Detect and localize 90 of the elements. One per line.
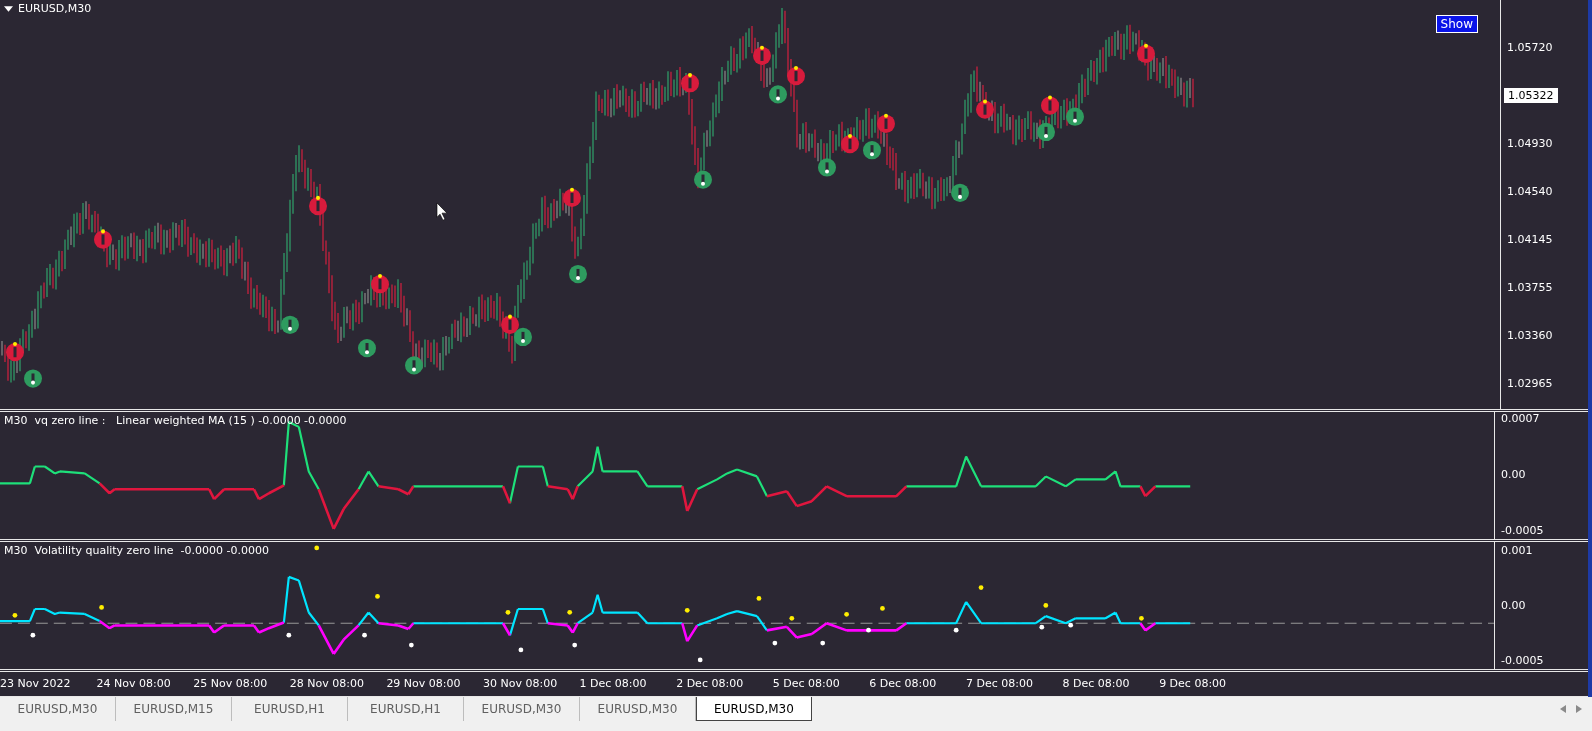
time-axis-label: 5 Dec 08:00 (772, 677, 841, 691)
buy-signal-icon (569, 264, 587, 284)
buy-signal-icon (1066, 107, 1084, 126)
signal-dot (375, 593, 380, 599)
cursor-icon (436, 202, 448, 221)
indicator-axis-label: 0.00 (1501, 598, 1527, 612)
signal-dot (567, 609, 573, 615)
sell-signal-icon (1041, 95, 1059, 115)
signal-dot (697, 657, 703, 663)
indicator-axis-label: -0.0005 (1501, 523, 1545, 537)
signal-dot (684, 607, 690, 613)
buy-signal-icon (951, 183, 969, 202)
signal-dot (12, 612, 18, 618)
current-price-label: 1.05322 (1504, 88, 1558, 103)
time-axis-label: 8 Dec 08:00 (1062, 677, 1131, 691)
buy-signal-icon (1037, 122, 1055, 142)
price-axis-label: 1.04930 (1506, 136, 1554, 151)
signal-dot (789, 615, 795, 621)
buy-signal-icon (358, 338, 376, 358)
dropdown-triangle-icon[interactable] (4, 5, 13, 12)
signal-dot (314, 545, 320, 551)
signal-dot (756, 595, 762, 601)
signal-dot (286, 632, 292, 638)
sell-signal-icon (1137, 43, 1155, 63)
scroll-right-icon[interactable] (1576, 705, 1582, 713)
chart-symbol-label: EURUSD,M30 (18, 2, 92, 15)
price-axis-label: 1.02965 (1506, 376, 1554, 391)
signal-dot (978, 585, 984, 590)
indicator-legend: M30 Volatility quality zero line -0.0000 -0.0000 (4, 543, 269, 557)
signal-dot (866, 627, 871, 633)
signal-dot (820, 640, 826, 646)
time-axis-label: 25 Nov 08:00 (193, 677, 269, 691)
signal-dot (1139, 615, 1144, 621)
sell-signal-icon (787, 65, 805, 86)
time-axis-label: 28 Nov 08:00 (289, 677, 365, 691)
signal-dot (1039, 624, 1045, 630)
signal-dot (572, 642, 578, 648)
signal-dot (880, 605, 885, 611)
time-axis-label: 7 Dec 08:00 (965, 677, 1034, 691)
signal-dot (953, 627, 959, 633)
buy-signal-icon (694, 170, 712, 189)
price-axis-label: 1.03755 (1506, 280, 1554, 295)
price-axis-label: 1.04540 (1506, 184, 1554, 199)
sell-signal-icon (6, 342, 24, 362)
show-button[interactable]: Show (1435, 15, 1478, 33)
signal-dot (772, 640, 778, 646)
buy-signal-icon (514, 327, 532, 347)
indicator-axis-label: 0.0007 (1501, 412, 1541, 425)
price-axis-label: 1.05720 (1506, 40, 1554, 55)
sell-signal-icon (309, 195, 327, 216)
sell-signal-icon (877, 113, 895, 133)
sell-signal-icon (753, 45, 771, 65)
sell-signal-icon (841, 133, 859, 154)
chart-tab[interactable]: EURUSD,M30 (696, 697, 812, 721)
buy-signal-icon (405, 356, 423, 375)
buy-signal-icon (24, 369, 42, 388)
buy-signal-icon (863, 141, 881, 160)
time-axis-label: 30 Nov 08:00 (482, 677, 559, 691)
buy-signal-icon (281, 315, 299, 334)
time-axis-label: 2 Dec 08:00 (676, 677, 745, 691)
time-axis-label: 23 Nov 2022 (0, 677, 72, 691)
signal-dot (362, 632, 367, 638)
signal-dot (30, 632, 36, 638)
time-axis-label: 6 Dec 08:00 (869, 677, 938, 691)
sell-signal-icon (371, 274, 389, 294)
scroll-left-icon[interactable] (1560, 705, 1566, 713)
time-axis-label: 24 Nov 08:00 (96, 677, 172, 691)
price-axis-label: 1.03360 (1506, 328, 1554, 343)
sell-signal-icon (976, 99, 994, 119)
price-axis-label: 1.04145 (1506, 232, 1554, 247)
signal-dot (408, 642, 414, 648)
signal-dot (99, 604, 104, 610)
sell-signal-icon (563, 187, 581, 208)
indicator-axis-label: 0.001 (1501, 543, 1534, 557)
sell-signal-icon (501, 314, 519, 334)
signal-dot (844, 611, 849, 617)
indicator-axis-label: 0.00 (1501, 467, 1527, 481)
signal-dot (505, 609, 511, 615)
indicator-axis-label: -0.0005 (1501, 653, 1545, 667)
time-axis-label: 29 Nov 08:00 (386, 677, 462, 691)
signal-dot (518, 647, 524, 653)
sell-signal-icon (94, 229, 112, 249)
signal-dot (1043, 602, 1049, 608)
time-axis-label: 1 Dec 08:00 (579, 677, 648, 691)
buy-signal-icon (818, 158, 836, 177)
time-axis-label: 9 Dec 08:00 (1159, 677, 1228, 691)
sell-signal-icon (681, 73, 699, 93)
indicator-legend: M30 vq zero line : Linear weighted MA (15 ) -0.0000 -0.0000 (4, 414, 347, 427)
signal-dot (1068, 622, 1074, 628)
buy-signal-icon (769, 85, 787, 104)
